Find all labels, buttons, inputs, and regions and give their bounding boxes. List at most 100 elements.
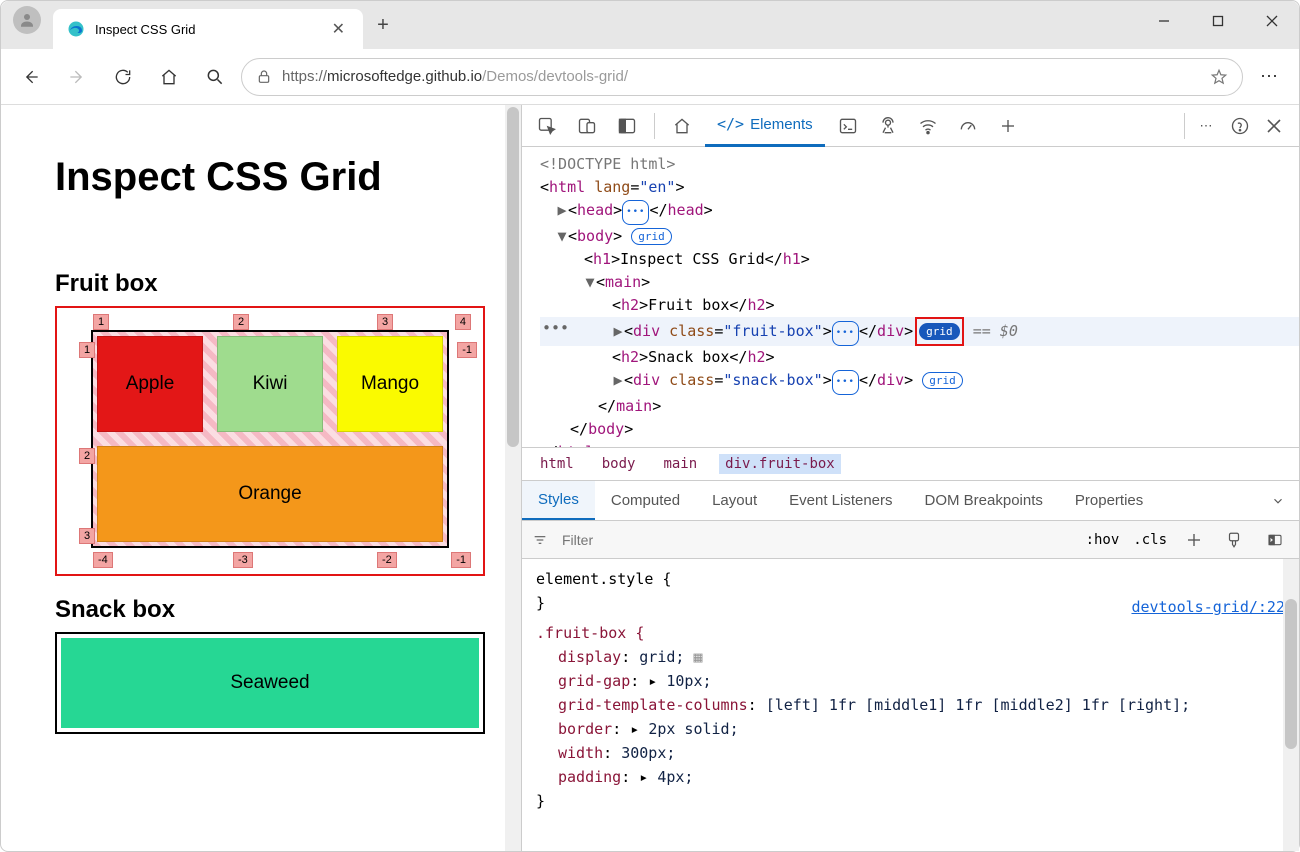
styles-scrollbar[interactable] (1283, 559, 1299, 851)
refresh-button[interactable] (103, 57, 143, 97)
breadcrumb-item[interactable]: body (596, 454, 642, 474)
grid-badge[interactable]: grid (922, 372, 963, 389)
close-window-button[interactable] (1245, 1, 1299, 41)
help-icon[interactable] (1223, 109, 1257, 143)
address-bar[interactable]: https://microsoftedge.github.io/Demos/de… (241, 58, 1243, 96)
forward-button[interactable] (57, 57, 97, 97)
console-tab-icon[interactable] (831, 109, 865, 143)
tab-styles[interactable]: Styles (522, 481, 595, 520)
dom-tree[interactable]: <!DOCTYPE html> <html lang="en"> ▶<head>… (522, 147, 1299, 447)
toolbar: https://microsoftedge.github.io/Demos/de… (1, 49, 1299, 105)
tab-computed[interactable]: Computed (595, 482, 696, 519)
elements-tab[interactable]: </>Elements (705, 105, 825, 147)
edge-icon (67, 20, 85, 38)
grid-cell-kiwi: Kiwi (217, 336, 323, 432)
tab-dom-breakpoints[interactable]: DOM Breakpoints (909, 482, 1059, 519)
grid-cell-seaweed: Seaweed (61, 638, 479, 728)
grid-cell-mango: Mango (337, 336, 443, 432)
rule-selector: element.style { (536, 567, 1285, 591)
fruit-grid: Apple Kiwi Mango Orange (91, 330, 449, 548)
tab-properties[interactable]: Properties (1059, 482, 1159, 519)
grid-row-label: 2 (79, 448, 95, 464)
rule-selector: .fruit-box { (536, 621, 1285, 645)
grid-row-label: 3 (79, 528, 95, 544)
grid-col-label: -3 (233, 552, 253, 568)
expand-icon[interactable]: ▶ (612, 369, 624, 392)
chevron-down-icon[interactable] (1257, 494, 1299, 508)
search-button[interactable] (195, 57, 235, 97)
expand-icon[interactable]: ▶ (556, 199, 568, 222)
network-tab-icon[interactable] (911, 109, 945, 143)
performance-tab-icon[interactable] (951, 109, 985, 143)
minimize-button[interactable] (1137, 1, 1191, 41)
styles-tabstrip: Styles Computed Layout Event Listeners D… (522, 481, 1299, 521)
sources-tab-icon[interactable] (871, 109, 905, 143)
close-tab-icon[interactable]: ✕ (328, 15, 349, 43)
maximize-button[interactable] (1191, 1, 1245, 41)
brush-icon[interactable] (1221, 527, 1247, 553)
computed-toggle-icon[interactable] (1261, 528, 1289, 552)
home-button[interactable] (149, 57, 189, 97)
expand-icon[interactable]: ▶ (612, 320, 624, 343)
collapse-icon[interactable]: ▼ (584, 271, 596, 294)
tab-layout[interactable]: Layout (696, 482, 773, 519)
dock-icon[interactable] (610, 109, 644, 143)
grid-badge[interactable]: grid (631, 228, 672, 245)
browser-more-icon[interactable]: ⋯ (1249, 66, 1289, 87)
devtools-close-icon[interactable] (1257, 109, 1291, 143)
page-viewport: Inspect CSS Grid Fruit box 1 2 3 4 1 2 3… (1, 105, 521, 851)
device-toggle-icon[interactable] (570, 109, 604, 143)
collapse-icon[interactable]: ▼ (556, 225, 568, 248)
grid-col-label: 3 (377, 314, 393, 330)
grid-badge[interactable]: grid (919, 323, 960, 340)
css-declaration[interactable]: width: 300px; (536, 741, 1285, 765)
snack-grid: Seaweed (55, 632, 485, 734)
inspect-icon[interactable] (530, 109, 564, 143)
filter-icon (532, 532, 548, 548)
breadcrumb-item[interactable]: div.fruit-box (719, 454, 841, 474)
devtools-more-icon[interactable]: ⋯ (1189, 109, 1223, 143)
hov-toggle[interactable]: :hov (1086, 532, 1120, 548)
back-button[interactable] (11, 57, 51, 97)
grid-col-label: 1 (93, 314, 109, 330)
grid-col-label: 2 (233, 314, 249, 330)
grid-col-label: -4 (93, 552, 113, 568)
add-tab-icon[interactable] (991, 109, 1025, 143)
source-link[interactable]: devtools-grid/:22 (1131, 595, 1285, 619)
css-declaration[interactable]: display: grid; ▦ (536, 645, 1285, 669)
cls-toggle[interactable]: .cls (1133, 532, 1167, 548)
grid-cell-orange: Orange (97, 446, 443, 542)
profile-avatar[interactable] (13, 6, 41, 34)
browser-tab[interactable]: Inspect CSS Grid ✕ (53, 9, 363, 49)
filter-input[interactable] (562, 532, 743, 548)
grid-col-label: 4 (455, 314, 471, 330)
page-scrollbar[interactable] (505, 105, 521, 851)
styles-filterbar: :hov .cls (522, 521, 1299, 559)
grid-row-label: -1 (457, 342, 477, 358)
grid-col-label: -2 (377, 552, 397, 568)
breadcrumb-item[interactable]: html (534, 454, 580, 474)
row-more-icon[interactable]: ••• (542, 317, 569, 340)
highlight-annotation: grid (915, 317, 964, 346)
css-declaration[interactable]: grid-gap: ▸ 10px; (536, 669, 1285, 693)
css-declaration[interactable]: padding: ▸ 4px; (536, 765, 1285, 789)
url-text: https://microsoftedge.github.io/Demos/de… (282, 68, 628, 85)
grid-row-label: 1 (79, 342, 95, 358)
css-declaration[interactable]: border: ▸ 2px solid; (536, 717, 1285, 741)
css-rules-pane[interactable]: element.style { } .fruit-box { devtools-… (522, 559, 1299, 851)
new-rule-icon[interactable] (1181, 527, 1207, 553)
favorite-icon[interactable] (1210, 68, 1228, 86)
selected-dom-node[interactable]: ••• ▶<div class="fruit-box">•••</div>gri… (540, 317, 1299, 346)
css-declaration[interactable]: grid-template-columns: [left] 1fr [middl… (536, 693, 1285, 717)
breadcrumb-item[interactable]: main (657, 454, 703, 474)
new-tab-button[interactable]: + (363, 14, 403, 37)
lock-icon (256, 69, 272, 85)
page-title: Inspect CSS Grid (55, 155, 485, 200)
breadcrumb: html body main div.fruit-box (522, 447, 1299, 481)
snack-heading: Snack box (55, 596, 485, 624)
tab-title: Inspect CSS Grid (95, 22, 195, 37)
titlebar: Inspect CSS Grid ✕ + (1, 1, 1299, 49)
grid-cell-apple: Apple (97, 336, 203, 432)
welcome-tab-icon[interactable] (665, 109, 699, 143)
tab-event-listeners[interactable]: Event Listeners (773, 482, 908, 519)
